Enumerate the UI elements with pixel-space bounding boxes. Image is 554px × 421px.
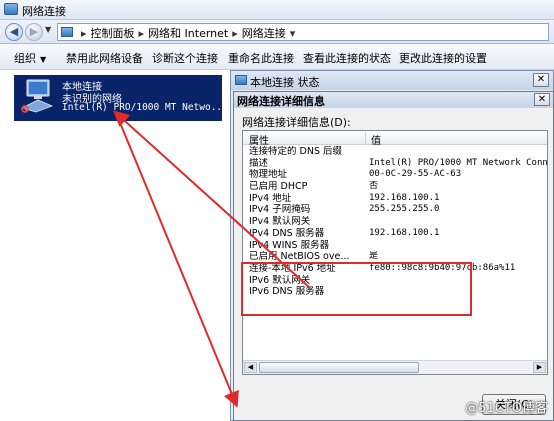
organize-label: 组织 [14,52,36,65]
connections-list-area: 本地连接 未识别的网络 Intel(R) PRO/1000 MT Netwo..… [0,70,554,421]
connection-item-local[interactable]: 本地连接 未识别的网络 Intel(R) PRO/1000 MT Netwo..… [14,75,228,121]
network-icon [235,75,247,85]
scroll-right-arrow-icon[interactable]: ▶ [533,362,546,373]
table-row[interactable]: 已启用 DHCP 否 [243,181,547,193]
table-row[interactable]: IPv4 子网掩码 255.255.255.0 [243,204,547,216]
organize-menu-button[interactable]: 组织 ▼ [14,50,46,66]
column-header-property[interactable]: 属性 [249,132,269,147]
row-property: IPv4 地址 [249,192,292,204]
table-row[interactable]: IPv4 地址 192.168.100.1 [243,192,547,205]
close-icon[interactable]: ✕ [534,93,550,106]
disable-device-button[interactable]: 禁用此网络设备 [66,50,143,66]
table-row[interactable]: 描述 Intel(R) PRO/1000 MT Network Conn [243,157,548,170]
row-property: IPv4 DNS 服务器 [249,227,325,239]
breadcrumb-separator-icon[interactable]: ▸ [232,27,238,40]
network-adapter-icon [20,79,54,113]
address-dropdown-chevron-icon[interactable]: ▾ [290,27,296,40]
details-list-label: 网络连接详细信息(D): [242,116,351,129]
row-value: Intel(R) PRO/1000 MT Network Conn [369,157,548,168]
command-toolbar: 组织 ▼ 禁用此网络设备 诊断这个连接 重命名此连接 查看此连接的状态 更改此连接… [0,44,554,70]
table-row[interactable]: IPv4 默认网关 [243,216,547,228]
scroll-left-arrow-icon[interactable]: ◀ [244,362,257,373]
row-property: 物理地址 [249,169,288,181]
connection-device: Intel(R) PRO/1000 MT Netwo... [62,102,228,113]
recent-pages-chevron-icon[interactable]: ▼ [45,25,51,34]
table-row[interactable]: IPv4 WINS 服务器 [243,239,547,252]
details-list[interactable]: 属性 值 连接特定的 DNS 后缀 描述 Intel(R) PRO/1000 MT … [242,130,548,375]
address-field[interactable]: ▸ 控制面板 ▸ 网络和 Internet ▸ 网络连接 ▾ [57,23,549,41]
row-value: 否 [369,181,379,192]
watermark: @51CTO博客 [465,401,548,416]
row-property: 连接特定的 DNS 后缀 [249,146,342,157]
horizontal-scrollbar[interactable]: ◀ ▶ [243,360,547,374]
diagnose-connection-button[interactable]: 诊断这个连接 [152,50,218,66]
row-value: 00-0C-29-55-AC-63 [369,169,462,180]
row-value: 192.168.100.1 [369,227,440,238]
details-dialog: 网络连接详细信息 ✕ 网络连接详细信息(D): 属性 值 连接特定的 DNS 后… [233,91,554,421]
table-row[interactable]: 物理地址 00-0C-29-55-AC-63 [243,169,547,181]
chevron-down-icon: ▼ [40,55,47,64]
breadcrumb-item-network-connections[interactable]: 网络连接 [242,27,286,40]
table-row[interactable]: 连接特定的 DNS 后缀 [243,146,547,158]
annotation-highlight-box [241,262,472,316]
list-header: 属性 值 [243,131,547,147]
rename-connection-button[interactable]: 重命名此连接 [228,50,294,66]
scrollbar-thumb[interactable] [259,362,419,373]
column-header-value[interactable]: 值 [371,132,381,147]
change-settings-button[interactable]: 更改此连接的设置 [399,50,487,66]
details-dialog-titlebar: 网络连接详细信息 ✕ [234,92,553,108]
row-value: 255.255.255.0 [369,204,440,215]
breadcrumb: ▸ 控制面板 ▸ 网络和 Internet ▸ 网络连接 ▾ [77,25,299,41]
back-arrow-icon[interactable]: ◀ [5,23,23,41]
address-bar: ◀ ▶ ▼ ▸ 控制面板 ▸ 网络和 Internet ▸ 网络连接 ▾ [0,20,554,44]
window-title: 网络连接 [22,5,66,18]
control-panel-icon [61,27,73,37]
row-property: IPv4 WINS 服务器 [249,239,330,251]
row-property: IPv4 默认网关 [249,216,311,228]
window-titlebar: 网络连接 [0,0,554,20]
close-icon[interactable]: ✕ [533,73,549,87]
view-status-button[interactable]: 查看此连接的状态 [303,50,391,66]
column-divider[interactable] [365,132,366,144]
breadcrumb-item-control-panel[interactable]: 控制面板 [91,27,135,40]
details-dialog-title: 网络连接详细信息 [237,95,325,108]
status-window-title: 本地连接 状态 [250,76,320,89]
network-folder-icon [4,3,18,15]
status-window-titlebar: 本地连接 状态 ✕ [231,71,553,90]
breadcrumb-separator-icon[interactable]: ▸ [139,27,145,40]
row-property: 描述 [249,157,269,169]
row-value: 192.168.100.1 [369,192,440,203]
row-property: 已启用 DHCP [249,181,308,193]
breadcrumb-separator-icon[interactable]: ▸ [81,27,87,40]
breadcrumb-item-network-internet[interactable]: 网络和 Internet [148,27,228,40]
row-property: IPv4 子网掩码 [249,204,311,216]
forward-arrow-icon[interactable]: ▶ [25,23,43,41]
table-row[interactable]: IPv4 DNS 服务器 192.168.100.1 [243,227,547,240]
